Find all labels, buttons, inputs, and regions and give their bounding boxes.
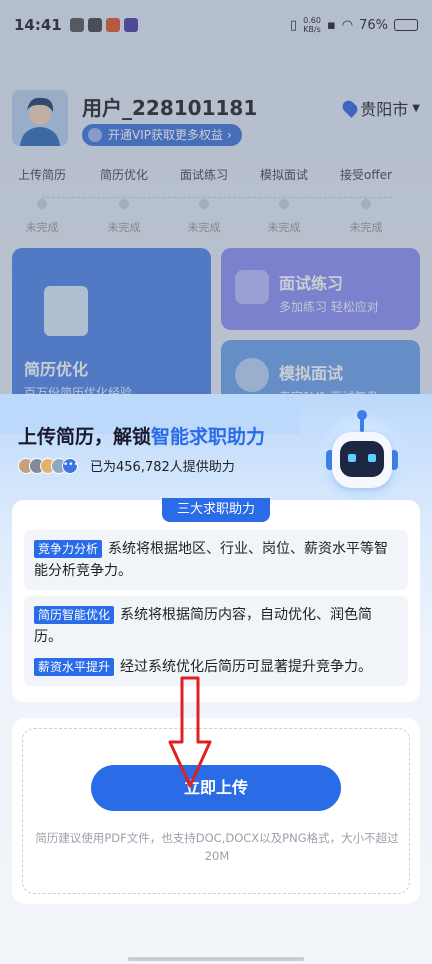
benefit-text: 经过系统优化后简历可显著提升竞争力。 — [120, 659, 373, 675]
annotation-arrow-icon — [168, 676, 212, 788]
benefit-badge: 简历智能优化 — [34, 606, 115, 624]
robot-eye-right — [368, 454, 376, 462]
benefits-card: 三大求职助力 竞争力分析 系统将根据地区、行业、岗位、薪资水平等智能分析竞争力。 … — [12, 498, 420, 702]
upload-card: 立即上传 简历建议使用PDF文件，也支持DOC,DOCX以及PNG格式，大小不超… — [12, 718, 420, 904]
benefit-resume-optimize: 简历智能优化 系统将根据简历内容，自动优化、润色简历。 — [24, 596, 408, 656]
benefit-salary: 薪资水平提升 经过系统优化后简历可显著提升竞争力。 — [24, 648, 408, 686]
more-dots-icon: ••• — [62, 457, 79, 474]
upload-dropzone[interactable]: 立即上传 简历建议使用PDF文件，也支持DOC,DOCX以及PNG格式，大小不超… — [22, 728, 410, 894]
supporters-row: ••• 已为456,782人提供助力 — [18, 456, 235, 475]
robot-face — [340, 441, 384, 477]
upload-resume-sheet: 上传简历，解锁智能求职助力 ••• 已为456,782人提供助力 三大求职助力 … — [0, 394, 432, 964]
robot-antenna — [357, 410, 367, 432]
benefits-tag: 三大求职助力 — [162, 498, 270, 522]
home-indicator[interactable] — [128, 957, 304, 961]
upload-now-button[interactable]: 立即上传 — [91, 765, 341, 811]
robot-mascot-icon — [312, 408, 412, 504]
sheet-title-highlight: 智能求职助力 — [151, 426, 266, 448]
sheet-title: 上传简历，解锁智能求职助力 — [18, 422, 265, 449]
sheet-title-prefix: 上传简历，解锁 — [18, 426, 152, 448]
supporters-count: 已为456,782人提供助力 — [90, 460, 235, 475]
benefit-badge: 薪资水平提升 — [34, 658, 115, 676]
upload-hint: 简历建议使用PDF文件，也支持DOC,DOCX以及PNG格式，大小不超过20M — [35, 831, 399, 863]
benefit-competitiveness: 竞争力分析 系统将根据地区、行业、岗位、薪资水平等智能分析竞争力。 — [24, 530, 408, 590]
robot-eye-left — [348, 454, 356, 462]
benefit-badge: 竞争力分析 — [34, 540, 103, 558]
